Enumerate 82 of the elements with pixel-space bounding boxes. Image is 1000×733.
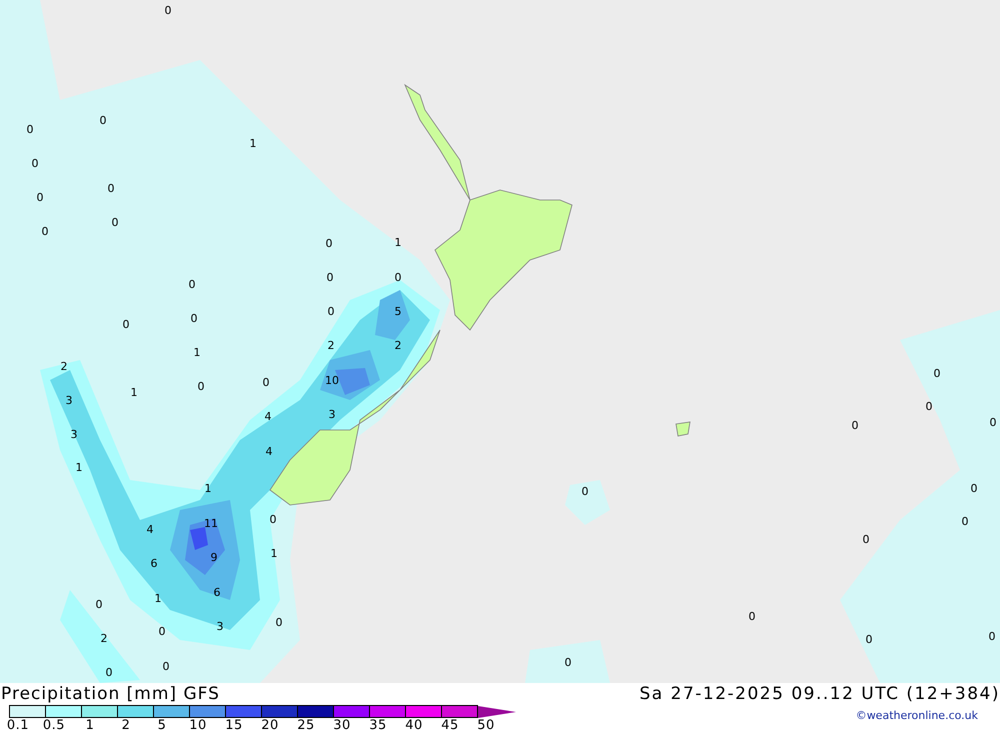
contour-label: 1 <box>204 482 212 495</box>
contour-label: 11 <box>204 517 218 530</box>
contour-label: 1 <box>154 592 162 605</box>
contour-label: 0 <box>970 482 978 495</box>
contour-label: 4 <box>146 523 154 536</box>
contour-label: 2 <box>100 632 108 645</box>
legend-tick-label: 40 <box>404 718 424 733</box>
precipitation-area <box>190 527 208 550</box>
contour-label: 3 <box>328 408 336 421</box>
contour-label: 0 <box>188 278 196 291</box>
contour-label: 0 <box>36 191 44 204</box>
contour-label: 0 <box>162 660 170 673</box>
contour-label: 4 <box>264 410 272 423</box>
legend-tick-label: 10 <box>188 718 208 733</box>
contour-label: 0 <box>100 114 106 127</box>
precipitation-area <box>375 290 410 340</box>
contour-label: 0 <box>32 157 38 170</box>
contour-label: 0 <box>866 633 872 646</box>
legend-tick-label: 35 <box>368 718 388 733</box>
contour-label: 3 <box>66 394 72 407</box>
legend-tick-label: 2 <box>120 718 132 733</box>
legend-tick-label: 30 <box>332 718 352 733</box>
contour-label: 0 <box>328 305 334 318</box>
contour-label: 0 <box>988 630 996 643</box>
contour-label: 0 <box>26 123 34 136</box>
contour-label: 4 <box>266 445 272 458</box>
legend-tick-label: 1 <box>84 718 96 733</box>
legend-tick-label: 25 <box>296 718 316 733</box>
contour-label: 0 <box>108 182 114 195</box>
contour-label: 0 <box>934 367 940 380</box>
legend-tick-label: 5 <box>156 718 168 733</box>
legend-title: Precipitation [mm] GFS <box>0 684 220 704</box>
contour-label: 6 <box>214 586 220 599</box>
contour-label: 0 <box>862 533 870 546</box>
contour-label: 0 <box>990 416 996 429</box>
contour-label: 0 <box>582 485 588 498</box>
legend-tick-label: 0.1 <box>6 718 30 733</box>
contour-label: 2 <box>60 360 68 373</box>
credit-link[interactable]: ©weatheronline.co.uk <box>856 705 1000 722</box>
contour-label: 2 <box>328 339 334 352</box>
legend-tick-label: 45 <box>440 718 460 733</box>
contour-label: 5 <box>394 305 402 318</box>
valid-time: Sa 27-12-2025 09..12 UTC (12+384) <box>640 684 1000 704</box>
contour-label: 0 <box>748 610 756 623</box>
contour-label: 0 <box>122 318 130 331</box>
contour-label: 6 <box>150 557 158 570</box>
contour-label: 9 <box>210 551 218 564</box>
contour-label: 0 <box>852 419 858 432</box>
land-area <box>676 422 690 436</box>
overflow-arrow-icon <box>478 706 516 718</box>
contour-label: 0 <box>112 216 118 229</box>
contour-label: 1 <box>394 236 402 249</box>
contour-label: 0 <box>394 271 402 284</box>
contour-label: 0 <box>164 4 172 17</box>
contour-label: 0 <box>158 625 166 638</box>
contour-label: 0 <box>270 513 276 526</box>
contour-label: 0 <box>42 225 48 238</box>
contour-label: 0 <box>326 271 334 284</box>
contour-label: 1 <box>250 137 256 150</box>
precipitation-area <box>565 480 610 525</box>
legend-tick-label: 15 <box>224 718 244 733</box>
legend-tick-label: 20 <box>260 718 280 733</box>
contour-label: 0 <box>564 656 572 669</box>
contour-label: 3 <box>70 428 78 441</box>
contour-label: 1 <box>194 346 200 359</box>
legend-tick-label: 0.5 <box>42 718 66 733</box>
contour-label: 0 <box>962 515 968 528</box>
contour-label: 10 <box>325 374 339 387</box>
legend-tick-label: 50 <box>476 718 496 733</box>
contour-label: 0 <box>326 237 332 250</box>
contour-label: 1 <box>270 547 278 560</box>
contour-label: 2 <box>394 339 402 352</box>
contour-label: 1 <box>130 386 138 399</box>
contour-label: 3 <box>216 620 224 633</box>
contour-label: 0 <box>198 380 204 393</box>
contour-label: 0 <box>276 616 282 629</box>
contour-label: 0 <box>262 376 270 389</box>
contour-label: 0 <box>926 400 932 413</box>
contour-label: 0 <box>96 598 102 611</box>
contour-label: 0 <box>190 312 198 325</box>
contour-label: 0 <box>106 666 112 679</box>
contour-label: 1 <box>76 461 82 474</box>
